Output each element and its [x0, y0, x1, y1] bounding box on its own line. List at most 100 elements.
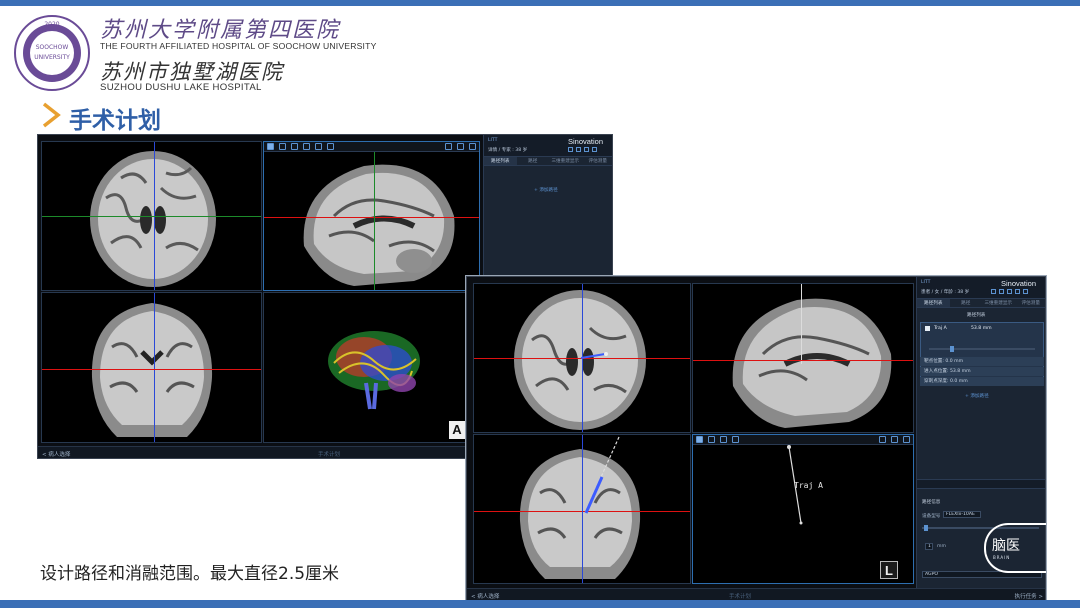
bottom-accent-bar: [0, 600, 1080, 608]
layout-icon[interactable]: [879, 436, 886, 443]
help-icon[interactable]: [1023, 289, 1028, 294]
orientation-marker: L: [880, 561, 898, 579]
camera-icon[interactable]: [999, 289, 1004, 294]
layout-icon[interactable]: [445, 143, 452, 150]
pointer-icon[interactable]: [696, 436, 703, 443]
camera-icon[interactable]: [576, 147, 581, 152]
tab-3d-display[interactable]: 三维重建显示: [982, 299, 1015, 307]
trajectory-list-title: 路径列表: [967, 313, 986, 318]
trajectory-action-bar: [917, 479, 1045, 489]
reset-icon[interactable]: [327, 143, 334, 150]
tab-measurement[interactable]: 评估测量: [582, 157, 613, 165]
svg-text:2020: 2020: [44, 21, 59, 28]
rotate-icon[interactable]: [891, 436, 898, 443]
svg-text:SOOCHOW: SOOCHOW: [36, 44, 69, 51]
trajectory-slider[interactable]: [929, 346, 1035, 352]
pointer-icon[interactable]: [267, 143, 274, 150]
viewport-axial[interactable]: [473, 283, 691, 433]
tractography-3d-render: [328, 331, 420, 410]
hospital-name-en: THE FOURTH AFFILIATED HOSPITAL OF SOOCHO…: [100, 41, 377, 51]
crosshair-vertical: [154, 293, 155, 442]
zoom-icon[interactable]: [291, 143, 298, 150]
tab-3d-display[interactable]: 三维重建显示: [549, 157, 582, 165]
hospital-seal-logo: 2020 SOOCHOW UNIVERSITY: [14, 15, 90, 91]
viewport-coronal[interactable]: [41, 292, 262, 443]
device-label: 设备型号: [922, 514, 941, 519]
case-info: 患者 / 女 / 年龄 : 38 岁: [921, 290, 970, 295]
save-icon[interactable]: [568, 147, 573, 152]
crosshair-horizontal: [42, 369, 261, 370]
contrast-icon[interactable]: [315, 143, 322, 150]
pan-icon[interactable]: [279, 143, 286, 150]
settings-icon[interactable]: [592, 147, 597, 152]
trajectory-checkbox[interactable]: [925, 326, 930, 331]
trajectory-marker: [580, 352, 608, 359]
ruler-icon[interactable]: [732, 436, 739, 443]
window-level-icon[interactable]: [303, 143, 310, 150]
status-bar: < 病人选择 手术计划 执行任务 >: [467, 588, 1045, 600]
workflow-step-label: 手术计划: [318, 452, 341, 458]
viewport-toolbar: [693, 435, 913, 445]
lake-hospital-name-en: SUZHOU DUSHU LAKE HOSPITAL: [100, 82, 262, 93]
brand-label: Sinovation: [568, 137, 604, 146]
device-model-field[interactable]: FLEXIx-10AE: [943, 511, 981, 518]
trajectory-label: Traj A: [794, 481, 823, 490]
svg-text:UNIVERSITY: UNIVERSITY: [34, 54, 70, 61]
export-icon[interactable]: [1007, 289, 1012, 294]
save-icon[interactable]: [991, 289, 996, 294]
crosshair-icon[interactable]: [720, 436, 727, 443]
slider-knob[interactable]: [924, 525, 929, 531]
trajectory-info-row: 靶点位置: 0.0 mm: [920, 357, 1044, 366]
viewport-toolbar: [264, 142, 479, 152]
back-to-patient-button[interactable]: < 病人选择: [471, 592, 499, 600]
trajectory-path: [583, 436, 620, 516]
tab-trajectory[interactable]: 路径: [950, 299, 983, 307]
rotate-icon[interactable]: [457, 143, 464, 150]
execute-task-button[interactable]: 执行任务 >: [1015, 592, 1043, 600]
tab-measurement[interactable]: 评估测量: [1015, 299, 1046, 307]
orientation-marker: A: [449, 421, 465, 439]
fullscreen-icon[interactable]: [903, 436, 910, 443]
mri-sagittal-image: [732, 298, 892, 428]
slider-knob[interactable]: [950, 346, 955, 352]
add-trajectory-label: 添加路径: [970, 394, 989, 399]
watermark-text: 脑医: [992, 538, 1020, 554]
export-icon[interactable]: [584, 147, 589, 152]
viewport-axial[interactable]: [41, 141, 262, 291]
viewport-3d[interactable]: A: [263, 292, 480, 443]
zoom-icon[interactable]: [708, 436, 715, 443]
crosshair-horizontal: [264, 217, 479, 218]
mri-sagittal-image: [303, 164, 455, 286]
panel-header: LITT 详情 / 专家 : 38 岁 Sinovation: [484, 135, 612, 157]
add-trajectory-label: 添加路径: [539, 188, 558, 193]
brand-label: Sinovation: [1001, 279, 1037, 288]
trajectory-name: Traj A: [934, 326, 947, 331]
fullscreen-icon[interactable]: [469, 143, 476, 150]
watermark-subtext: BRAIN: [993, 555, 1011, 560]
tab-trajectory[interactable]: 路径: [517, 157, 550, 165]
section-title: 手术计划: [69, 108, 161, 134]
crosshair-horizontal: [693, 360, 913, 361]
workflow-step-label: 手术计划: [729, 594, 752, 600]
viewport-trajectory[interactable]: Traj A L: [692, 434, 914, 584]
add-trajectory-button[interactable]: + 添加路径: [534, 187, 558, 193]
viewport-coronal[interactable]: [473, 434, 691, 584]
trajectory-length: 53.8 mm: [971, 326, 992, 331]
trajectory-line: [801, 284, 802, 364]
panel-tabs: 路径列表 路径 三维重建显示 评估测量: [484, 157, 613, 166]
viewport-sagittal[interactable]: [263, 141, 480, 291]
tab-trajectory-list[interactable]: 路径列表: [917, 299, 950, 307]
panel-tabs: 路径列表 路径 三维重建显示 评估测量: [917, 299, 1046, 308]
viewport-sagittal[interactable]: [692, 283, 914, 433]
top-accent-bar: [0, 0, 1080, 6]
step-value-field[interactable]: 1: [925, 543, 933, 550]
add-trajectory-button[interactable]: + 添加路径: [965, 393, 989, 399]
settings-icon[interactable]: [1015, 289, 1020, 294]
user-label: LITT: [488, 138, 498, 143]
crosshair-horizontal: [42, 216, 261, 217]
hospital-name-cn: 苏州大学附属第四医院: [100, 18, 341, 43]
panel-header: LITT 患者 / 女 / 年龄 : 38 岁 Sinovation: [917, 277, 1045, 299]
back-to-patient-button[interactable]: < 病人选择: [42, 450, 70, 458]
case-info: 详情 / 专家 : 38 岁: [488, 148, 528, 153]
tab-trajectory-list[interactable]: 路径列表: [484, 157, 517, 165]
